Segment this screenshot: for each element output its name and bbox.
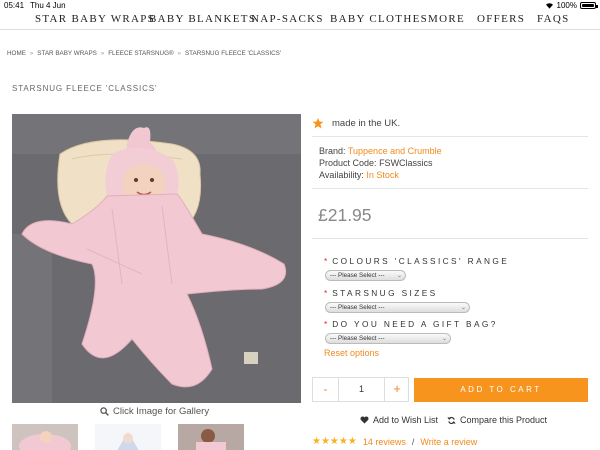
add-to-cart-button[interactable]: ADD TO CART — [414, 378, 588, 402]
compare-product-link[interactable]: Compare this Product — [447, 415, 547, 425]
product-main-image[interactable] — [12, 114, 301, 403]
breadcrumb-star-baby-wraps[interactable]: STAR BABY WRAPS — [37, 50, 97, 57]
made-in-uk-text: made in the UK. — [332, 118, 401, 129]
breadcrumb-separator: » — [29, 50, 34, 57]
add-to-wishlist-link[interactable]: Add to Wish List — [360, 415, 438, 425]
breadcrumb-separator: » — [100, 50, 105, 57]
thumbnail-2[interactable] — [95, 424, 161, 450]
sizes-select-value: --- Please Select --- — [330, 304, 385, 311]
divider — [312, 188, 588, 189]
brand-link[interactable]: Tuppence and Crumble — [348, 146, 442, 156]
nav-item-baby-blankets[interactable]: BABY BLANKETS — [149, 13, 256, 25]
colours-option-label: * COLOURS 'CLASSICS' RANGE — [324, 256, 509, 266]
availability-label: Availability: — [319, 170, 364, 180]
star-badge-icon — [312, 118, 324, 129]
product-price: £21.95 — [318, 205, 372, 225]
colours-option-text: COLOURS 'CLASSICS' RANGE — [332, 256, 510, 266]
product-code-label: Product Code: — [319, 158, 377, 168]
thumbnail-1[interactable] — [12, 424, 78, 450]
required-mark: * — [324, 256, 328, 266]
status-date: Thu 4 Jun — [30, 1, 66, 10]
battery-icon — [580, 2, 598, 9]
made-in-uk-row: made in the UK. — [312, 118, 400, 129]
required-mark: * — [324, 288, 328, 298]
colours-select[interactable]: --- Please Select --- ⌄ — [325, 270, 406, 281]
main-nav: STAR BABY WRAPS BABY BLANKETS NAP-SACKS … — [0, 11, 600, 30]
zoom-icon — [100, 407, 109, 416]
wifi-icon — [545, 3, 553, 9]
availability-row: Availability: In Stock — [319, 170, 399, 180]
availability-value: In Stock — [366, 170, 399, 180]
compare-label: Compare this Product — [460, 415, 548, 425]
quantity-decrease-button[interactable]: - — [313, 378, 338, 401]
compare-icon — [447, 416, 456, 424]
required-mark: * — [324, 319, 328, 329]
gallery-link[interactable]: Click Image for Gallery — [100, 406, 209, 417]
status-bar: 05:41 Thu 4 Jun 100% — [0, 0, 600, 11]
colours-select-value: --- Please Select --- — [330, 272, 385, 279]
reviews-count-link[interactable]: 14 reviews — [363, 437, 406, 447]
divider — [312, 136, 588, 137]
status-right: 100% — [545, 1, 598, 10]
sizes-option-text: STARSNUG SIZES — [332, 288, 438, 298]
giftbag-select-value: --- Please Select --- — [330, 335, 385, 342]
chevron-down-icon: ⌄ — [396, 273, 402, 279]
reviews-separator: / — [411, 436, 415, 447]
nav-item-nap-sacks[interactable]: NAP-SACKS — [251, 13, 324, 25]
product-code-row: Product Code: FSWClassics — [319, 158, 433, 168]
sizes-option-label: * STARSNUG SIZES — [324, 288, 438, 298]
divider — [312, 238, 588, 239]
rating-stars: ★★★★★ — [312, 436, 357, 447]
heart-icon — [360, 416, 369, 424]
write-review-link[interactable]: Write a review — [420, 437, 477, 447]
quantity-input[interactable]: 1 — [338, 378, 385, 401]
giftbag-option-text: DO YOU NEED A GIFT BAG? — [332, 319, 498, 329]
brand-row: Brand: Tuppence and Crumble — [319, 146, 442, 156]
status-time: 05:41 — [4, 1, 25, 10]
product-code-value: FSWClassics — [379, 158, 433, 168]
quantity-stepper: - 1 + — [312, 377, 409, 402]
wishlist-label: Add to Wish List — [373, 415, 439, 425]
quantity-increase-button[interactable]: + — [385, 378, 409, 401]
breadcrumb-separator: » — [177, 50, 181, 57]
nav-item-more[interactable]: MORE — [428, 13, 465, 25]
reviews-row: ★★★★★ 14 reviews / Write a review — [312, 436, 477, 447]
reset-options-link[interactable]: Reset options — [324, 348, 379, 358]
thumbnail-3[interactable] — [178, 424, 244, 450]
chevron-down-icon: ⌄ — [441, 336, 447, 342]
nav-item-star-baby-wraps[interactable]: STAR BABY WRAPS — [35, 13, 155, 25]
nav-item-offers[interactable]: OFFERS — [477, 13, 525, 25]
breadcrumb-current[interactable]: STARSNUG FLEECE 'CLASSICS' — [185, 50, 281, 57]
brand-label: Brand: — [319, 146, 346, 156]
battery-percent: 100% — [556, 1, 577, 10]
breadcrumb-fleece-starsnug[interactable]: FLEECE STARSNUG® — [108, 50, 173, 57]
page-title: STARSNUG FLEECE 'CLASSICS' — [12, 84, 158, 93]
nav-item-faqs[interactable]: FAQS — [537, 13, 570, 25]
thumbnail-strip — [12, 424, 244, 450]
nav-item-baby-clothes[interactable]: BABY CLOTHES — [330, 13, 428, 25]
sizes-select[interactable]: --- Please Select --- ⌄ — [325, 302, 470, 313]
giftbag-option-label: * DO YOU NEED A GIFT BAG? — [324, 319, 498, 329]
breadcrumb: HOME » STAR BABY WRAPS » FLEECE STARSNUG… — [7, 50, 281, 57]
giftbag-select[interactable]: --- Please Select --- ⌄ — [325, 333, 451, 344]
breadcrumb-home[interactable]: HOME — [7, 50, 26, 57]
chevron-down-icon: ⌄ — [460, 305, 466, 311]
gallery-link-label: Click Image for Gallery — [113, 406, 210, 417]
